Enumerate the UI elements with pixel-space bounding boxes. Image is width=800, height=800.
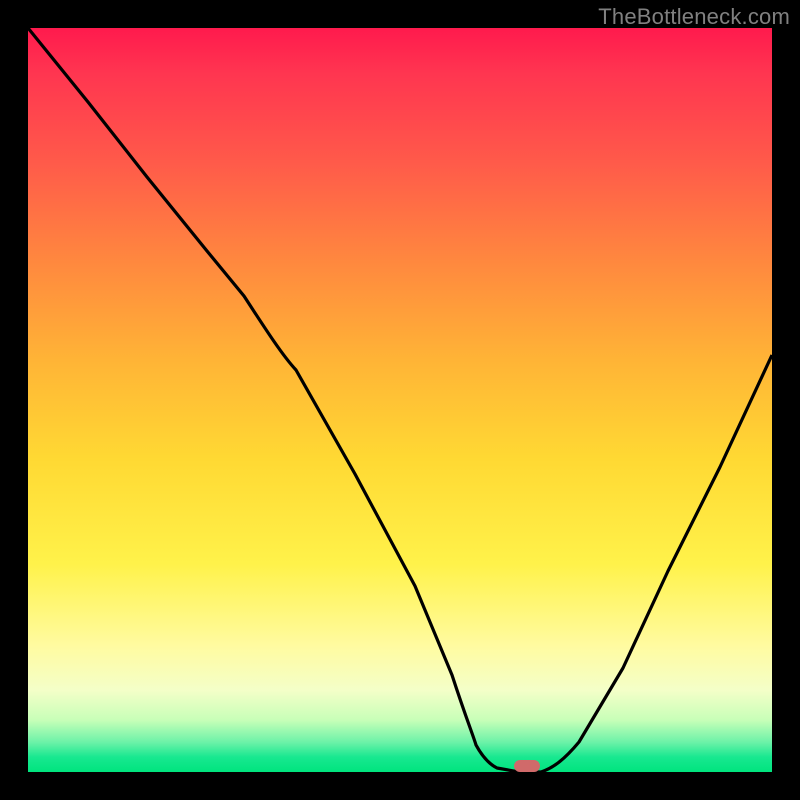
chart-svg: [28, 28, 772, 772]
plot-area: [28, 28, 772, 772]
optimum-marker: [514, 760, 540, 772]
chart-frame: TheBottleneck.com: [0, 0, 800, 800]
bottleneck-curve: [28, 28, 772, 772]
watermark-text: TheBottleneck.com: [598, 4, 790, 30]
